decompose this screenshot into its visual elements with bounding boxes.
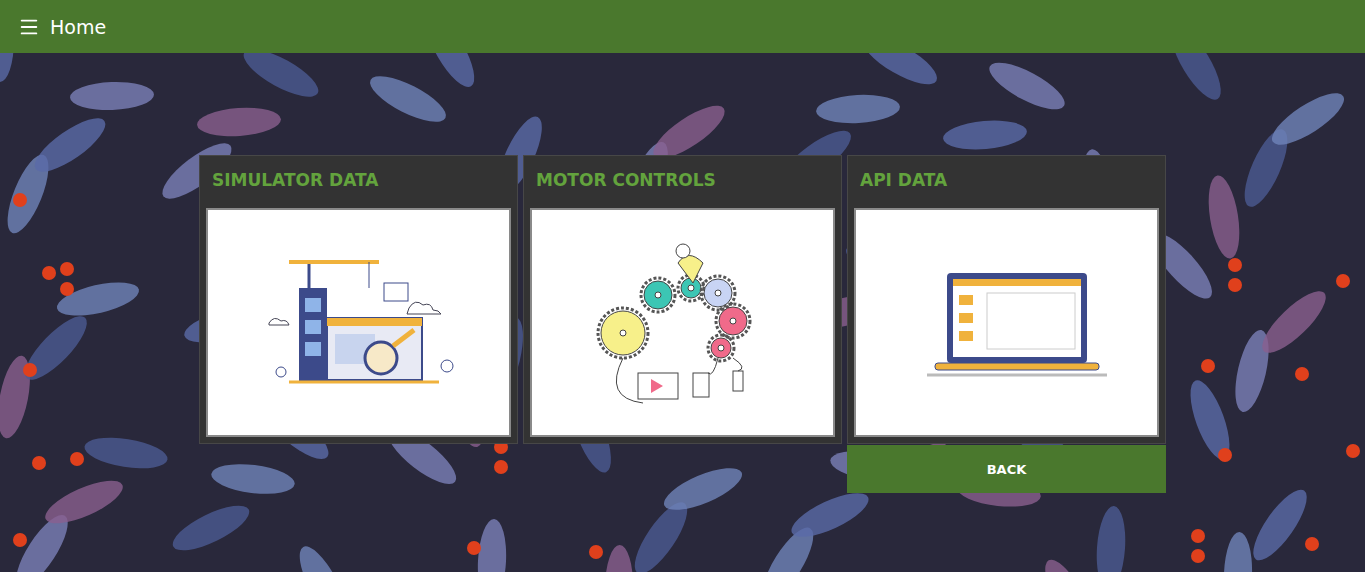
construction-illustration	[259, 248, 459, 398]
nav-card[interactable]: SIMULATOR DATA	[199, 155, 518, 444]
card-image	[854, 208, 1159, 437]
main-content: SIMULATOR DATA MOTOR CONTROLS API DATA BACK	[0, 53, 1365, 493]
card-image	[530, 208, 835, 437]
menu-button[interactable]	[18, 16, 40, 38]
laptop-illustration	[907, 263, 1107, 383]
hamburger-icon[interactable]	[18, 16, 40, 38]
page: Home SIMULATOR DATA MOTOR CONTROLS API DATA…	[0, 0, 1365, 572]
card-grid: SIMULATOR DATA MOTOR CONTROLS API DATA BACK	[199, 155, 1166, 493]
nav-card[interactable]: MOTOR CONTROLS	[523, 155, 842, 444]
app-bar: Home	[0, 0, 1365, 53]
card-title: SIMULATOR DATA	[206, 156, 511, 208]
card-image	[206, 208, 511, 437]
back-button[interactable]: BACK	[847, 445, 1166, 493]
card-title: API DATA	[854, 156, 1159, 208]
gears-illustration	[583, 233, 783, 413]
app-bar-title: Home	[50, 16, 106, 38]
card-title: MOTOR CONTROLS	[530, 156, 835, 208]
nav-card[interactable]: API DATA	[847, 155, 1166, 444]
